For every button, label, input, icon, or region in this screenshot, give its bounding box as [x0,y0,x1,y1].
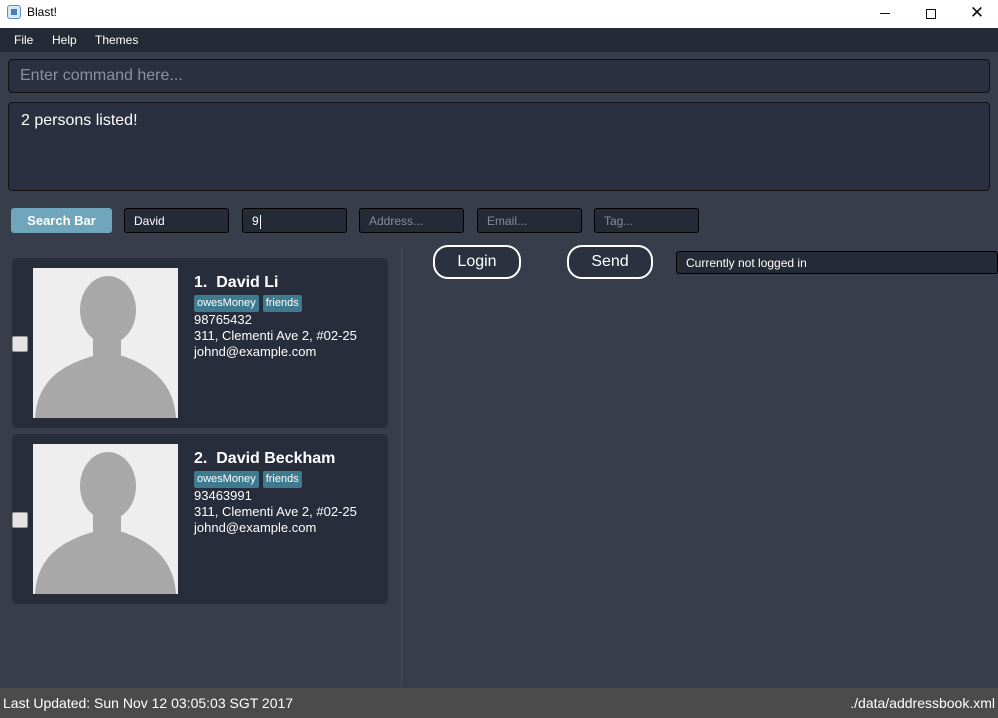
person-index: 2. [194,450,208,467]
minimize-icon [880,13,890,15]
person-name: 2. David Beckham [194,450,335,468]
person-name-text: David Li [216,274,279,291]
person-silhouette-icon [33,444,178,594]
login-status-field[interactable]: Currently not logged in [676,251,998,274]
title-bar: Blast! ✕ [0,0,998,28]
save-location-status: ./data/addressbook.xml [850,695,995,711]
menu-help[interactable]: Help [52,33,77,47]
person-card[interactable]: 2. David Beckham owesMoney friends 934639… [12,434,388,604]
window-title: Blast! [27,5,58,19]
name-filter-input[interactable]: David [124,208,229,233]
menu-themes[interactable]: Themes [95,33,138,47]
tag-filter-input[interactable]: Tag... [594,208,699,233]
address-filter-input[interactable]: Address... [359,208,464,233]
person-phone: 93463991 [194,488,252,503]
phone-filter-value: 9 [252,214,259,228]
select-checkbox[interactable] [12,336,28,352]
person-index: 1. [194,274,208,291]
name-filter-value: David [134,214,165,228]
menu-file[interactable]: File [14,33,33,47]
maximize-button[interactable] [908,0,954,28]
person-silhouette-icon [33,268,178,418]
minimize-button[interactable] [862,0,908,28]
person-name: 1. David Li [194,274,278,292]
close-icon: ✕ [969,3,985,22]
panel-divider[interactable] [401,246,402,686]
result-display: 2 persons listed! [8,102,990,191]
tag: friends [262,295,302,312]
email-filter-input[interactable]: Email... [477,208,582,233]
last-updated-status: Last Updated: Sun Nov 12 03:05:03 SGT 20… [3,695,294,711]
person-card[interactable]: 1. David Li owesMoney friends 98765432 31… [12,258,388,428]
status-bar: Last Updated: Sun Nov 12 03:05:03 SGT 20… [0,688,998,718]
command-input[interactable]: Enter command here... [8,59,990,93]
app-icon [7,5,21,19]
person-phone: 98765432 [194,312,252,327]
phone-filter-input[interactable]: 9 [242,208,347,233]
search-bar-button[interactable]: Search Bar [11,208,112,233]
select-checkbox[interactable] [12,512,28,528]
person-name-text: David Beckham [216,450,336,467]
person-address: 311, Clementi Ave 2, #02-25 [194,504,357,519]
person-address: 311, Clementi Ave 2, #02-25 [194,328,357,343]
send-button[interactable]: Send [567,245,653,279]
tag-list: owesMoney friends [194,469,306,488]
menu-bar: File Help Themes [0,28,998,52]
tag: owesMoney [194,471,259,488]
tag-list: owesMoney friends [194,293,306,312]
maximize-icon [926,8,936,19]
person-email: johnd@example.com [194,520,317,535]
text-caret [259,214,261,229]
login-button[interactable]: Login [433,245,521,279]
tag: friends [262,471,302,488]
close-button[interactable]: ✕ [954,0,998,28]
person-email: johnd@example.com [194,344,317,359]
tag: owesMoney [194,295,259,312]
